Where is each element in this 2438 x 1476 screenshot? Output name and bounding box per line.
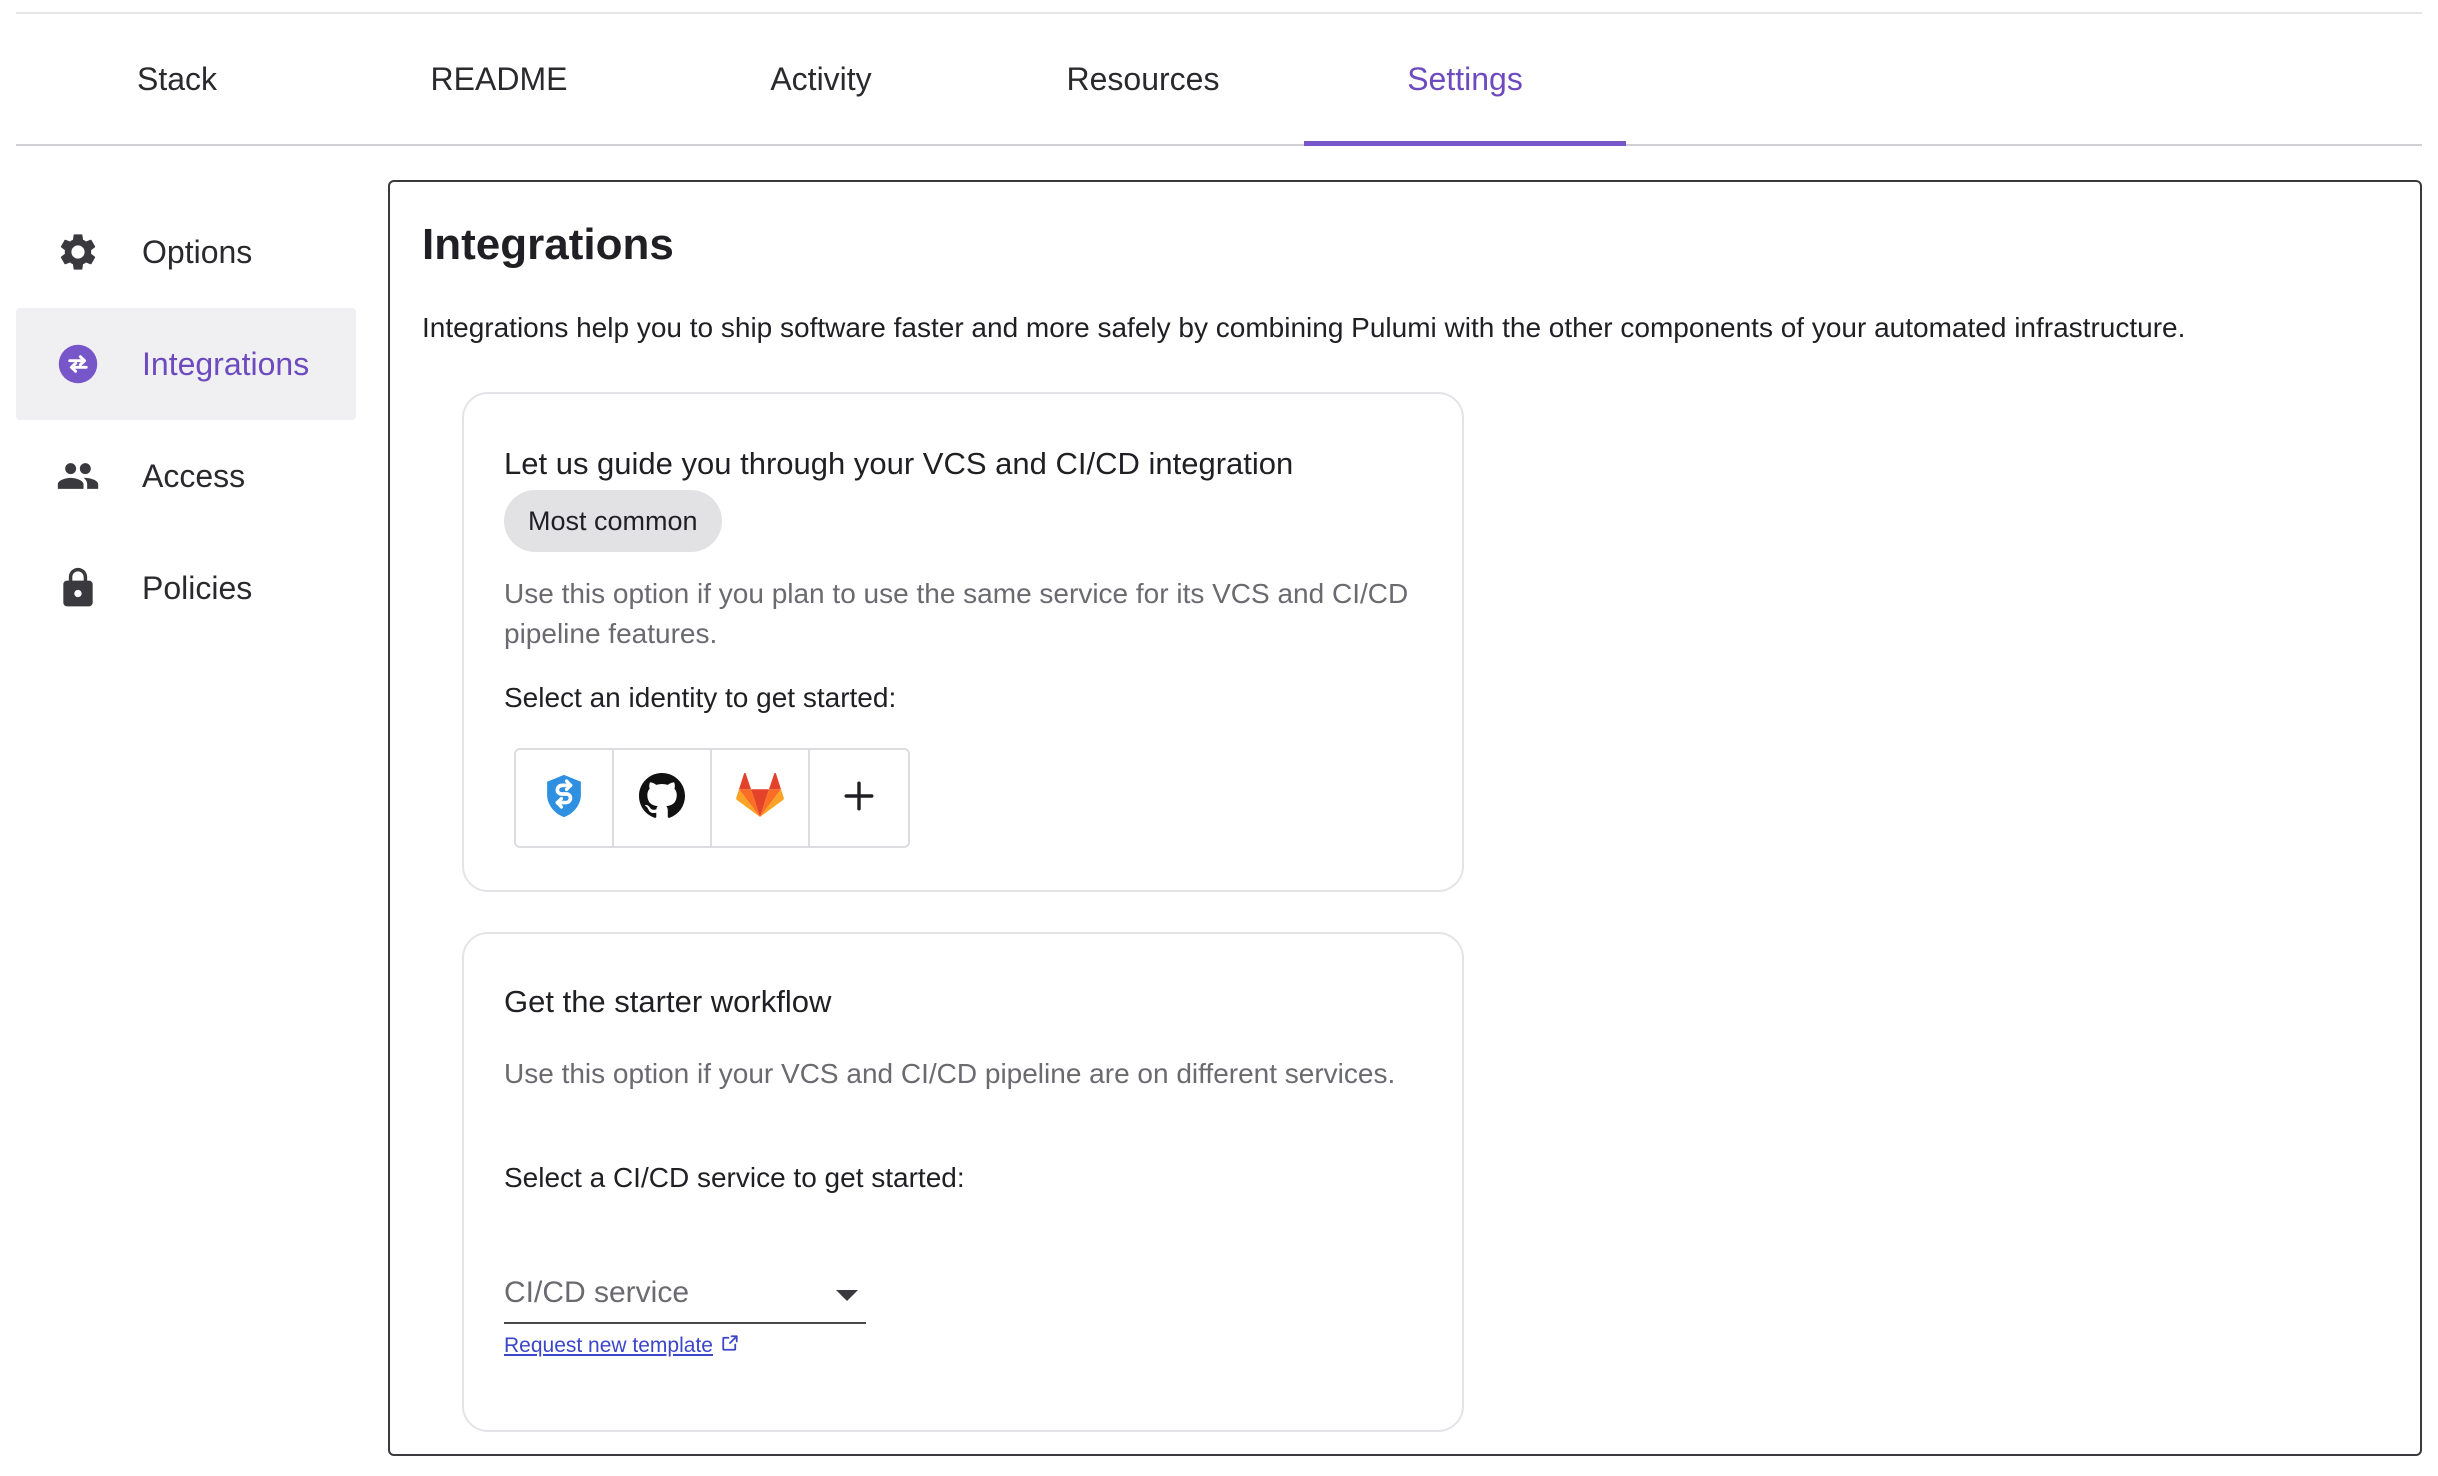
- add-identity-button[interactable]: [810, 750, 908, 846]
- lock-icon: [56, 566, 100, 610]
- starter-workflow-card: Get the starter workflow Use this option…: [462, 932, 1464, 1432]
- tab-stack[interactable]: Stack: [16, 14, 338, 144]
- tab-bar: Stack README Activity Resources Settings: [16, 14, 2422, 146]
- tab-activity[interactable]: Activity: [660, 14, 982, 144]
- people-icon: [56, 454, 100, 498]
- card-description: Use this option if you plan to use the s…: [504, 578, 1409, 649]
- cicd-service-select[interactable]: CI/CD service: [504, 1264, 866, 1324]
- github-button[interactable]: [614, 750, 712, 846]
- gitlab-icon: [735, 772, 785, 825]
- sidebar-item-integrations[interactable]: Integrations: [16, 308, 356, 420]
- sidebar-item-access[interactable]: Access: [16, 420, 356, 532]
- select-placeholder: CI/CD service: [504, 1276, 690, 1309]
- tab-label: Stack: [136, 60, 218, 97]
- card-description: Use this option if your VCS and CI/CD pi…: [504, 1058, 1396, 1089]
- sidebar-item-options[interactable]: Options: [16, 196, 356, 308]
- tab-resources[interactable]: Resources: [982, 14, 1304, 144]
- azure-devops-icon: [542, 772, 586, 825]
- card-title: Get the starter workflow: [504, 984, 832, 1019]
- guided-integration-card: Let us guide you through your VCS and CI…: [462, 392, 1464, 892]
- tab-label: Settings: [1407, 60, 1523, 97]
- azure-devops-button[interactable]: [516, 750, 614, 846]
- most-common-badge: Most common: [504, 490, 722, 552]
- sidebar-item-label: Integrations: [142, 345, 310, 382]
- cicd-prompt: Select a CI/CD service to get started:: [504, 1162, 965, 1193]
- gitlab-button[interactable]: [712, 750, 810, 846]
- request-template-link[interactable]: Request new template: [504, 1334, 739, 1358]
- external-link-icon: [721, 1334, 739, 1358]
- tab-readme[interactable]: README: [338, 14, 660, 144]
- gear-icon: [56, 230, 100, 274]
- card-title: Let us guide you through your VCS and CI…: [504, 446, 1294, 481]
- sidebar-item-label: Access: [142, 457, 246, 494]
- sidebar-item-label: Options: [142, 233, 253, 270]
- link-label: Request new template: [504, 1334, 713, 1357]
- page-description: Integrations help you to ship software f…: [422, 312, 2186, 343]
- settings-sidebar: Options Integrations Access Policies: [16, 196, 356, 644]
- integrations-icon: [56, 342, 100, 386]
- integrations-panel: Integrations Integrations help you to sh…: [388, 180, 2422, 1456]
- sidebar-item-policies[interactable]: Policies: [16, 532, 356, 644]
- chevron-down-icon: [836, 1290, 858, 1301]
- identity-button-group: [514, 748, 910, 848]
- sidebar-item-label: Policies: [142, 569, 253, 606]
- tab-label: Activity: [770, 60, 872, 97]
- tab-label: README: [430, 60, 568, 97]
- github-icon: [638, 772, 686, 825]
- plus-icon: [842, 779, 876, 818]
- page-title: Integrations: [422, 220, 674, 269]
- tab-settings[interactable]: Settings: [1304, 14, 1626, 146]
- identity-prompt: Select an identity to get started:: [504, 682, 897, 713]
- tab-label: Resources: [1066, 60, 1220, 97]
